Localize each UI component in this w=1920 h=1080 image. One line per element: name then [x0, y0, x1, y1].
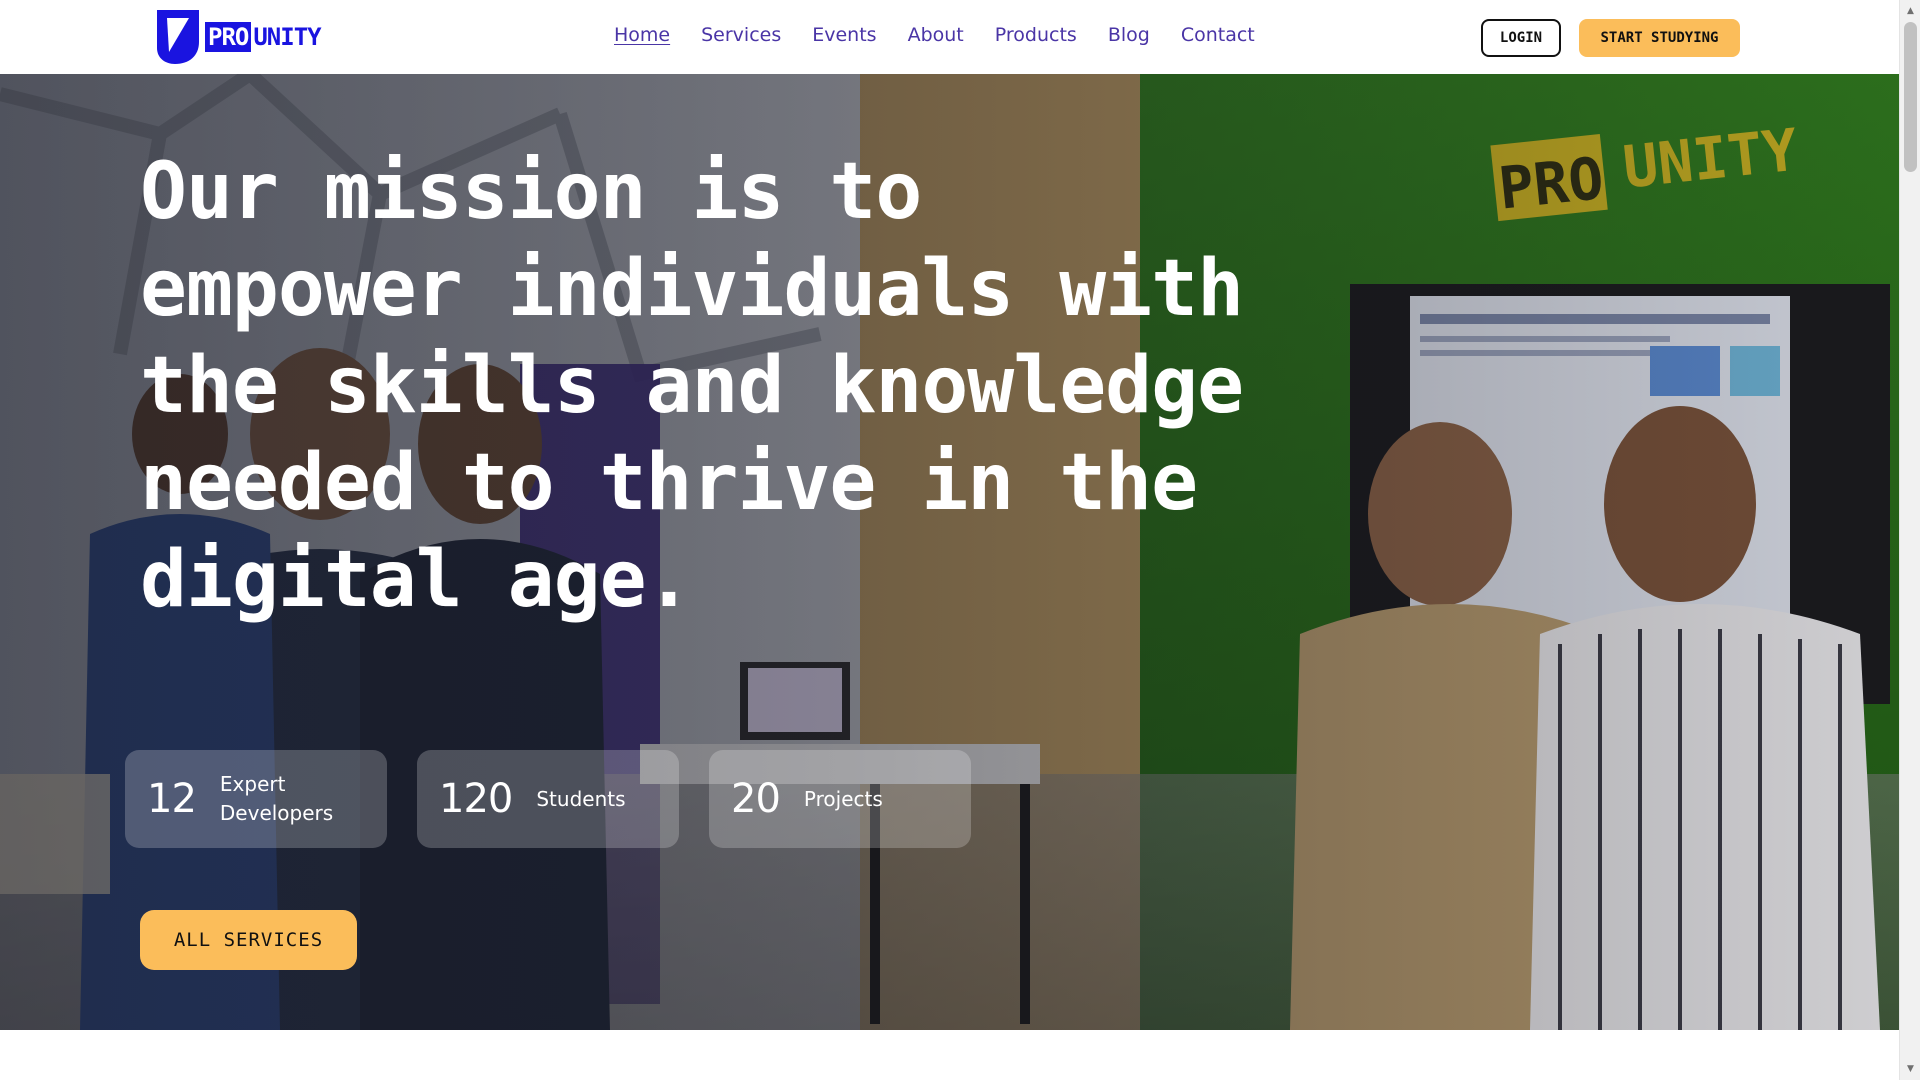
stat-card-students: 120 Students — [417, 750, 679, 848]
start-studying-button[interactable]: START STUDYING — [1579, 19, 1740, 57]
stat-label: Projects — [803, 786, 883, 811]
nav-item-contact[interactable]: Contact — [1181, 24, 1255, 46]
stat-card-projects: 20 Projects — [709, 750, 971, 848]
stats-row: 12 Expert Developers 120 Students 20 Pro… — [125, 750, 971, 848]
stat-value: 120 — [439, 776, 513, 822]
scrollbar-thumb[interactable] — [1904, 22, 1917, 172]
stat-label: Expert Developers — [219, 772, 334, 825]
stat-label: Students — [536, 786, 626, 811]
brand-wordmark-unity: UNITY — [253, 23, 321, 51]
page-scrollbar[interactable]: ▲ ▼ — [1899, 0, 1920, 1080]
nav-item-home[interactable]: Home — [614, 24, 670, 46]
prounity-shield-logo-icon — [157, 10, 199, 64]
stat-card-developers: 12 Expert Developers — [125, 750, 387, 848]
nav-item-about[interactable]: About — [908, 24, 964, 46]
scroll-down-arrow-icon[interactable]: ▼ — [1900, 1060, 1920, 1078]
all-services-button[interactable]: ALL SERVICES — [140, 910, 357, 970]
nav-item-services[interactable]: Services — [701, 24, 781, 46]
login-button[interactable]: LOGIN — [1481, 19, 1561, 57]
hero-section: PRO UNITY Our missio — [0, 74, 1899, 1030]
nav-item-products[interactable]: Products — [995, 24, 1077, 46]
main-nav: Home Services Events About Products Blog… — [614, 24, 1255, 46]
brand-wordmark-pro: PRO — [205, 22, 252, 52]
stat-value: 12 — [147, 776, 197, 822]
stat-value: 20 — [731, 776, 781, 822]
hero-heading: Our mission is to empower individuals wi… — [140, 147, 1244, 625]
nav-item-blog[interactable]: Blog — [1108, 24, 1150, 46]
brand-logo[interactable]: PRO UNITY — [155, 8, 323, 66]
brand-wordmark: PRO UNITY — [205, 22, 323, 52]
site-header: PRO UNITY Home Services Events About Pro… — [0, 0, 1899, 74]
nav-item-events[interactable]: Events — [812, 24, 876, 46]
scroll-up-arrow-icon[interactable]: ▲ — [1900, 2, 1920, 20]
